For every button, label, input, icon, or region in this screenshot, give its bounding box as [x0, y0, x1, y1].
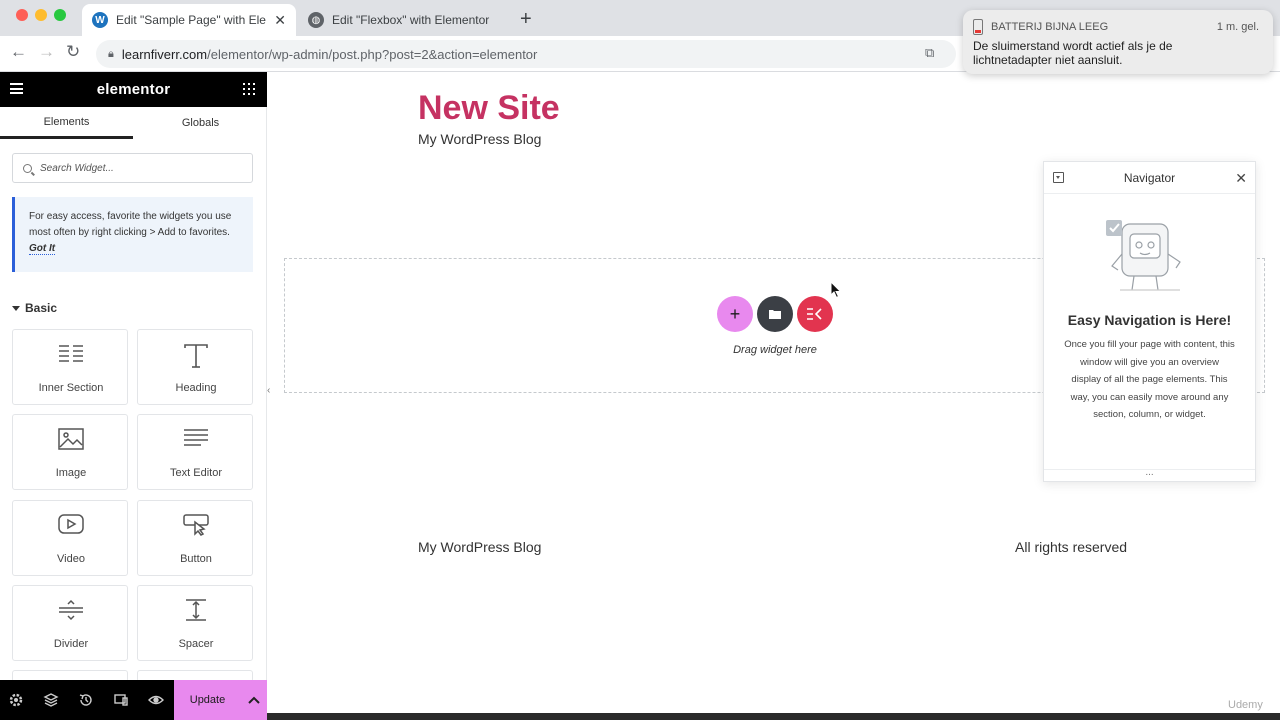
- favorites-tip: For easy access, favorite the widgets yo…: [12, 197, 253, 272]
- url-host: learnfiverr.com: [121, 46, 208, 62]
- notification-time: 1 m. gel.: [1216, 21, 1259, 33]
- widget-label: Video: [57, 553, 85, 565]
- widget-label: Image: [55, 467, 87, 479]
- widget-button[interactable]: Button: [137, 500, 253, 576]
- mouse-cursor-icon: [830, 281, 842, 299]
- preview-eye-icon[interactable]: [148, 692, 164, 708]
- spacer-icon: [138, 599, 254, 625]
- panel-footer: Update: [0, 680, 267, 720]
- close-tab-icon[interactable]: ✕: [274, 12, 286, 29]
- hamburger-menu-icon[interactable]: [10, 83, 23, 94]
- navigator-description: Once you fill your page with content, th…: [1064, 339, 1235, 420]
- add-section-button[interactable]: +: [717, 296, 753, 332]
- search-placeholder: Search Widget...: [40, 162, 114, 174]
- navigator-illustration: [1106, 220, 1181, 291]
- translate-icon[interactable]: ⧉: [925, 45, 934, 61]
- divider-icon: [13, 599, 129, 625]
- globe-icon: ◍: [308, 12, 324, 28]
- envato-kit-icon: [807, 308, 822, 320]
- footer-site-name[interactable]: My WordPress Blog: [418, 539, 541, 555]
- responsive-mode-icon[interactable]: [113, 692, 129, 708]
- elementor-kit-button[interactable]: [797, 296, 833, 332]
- widget-video[interactable]: Video: [12, 500, 128, 576]
- button-icon: [138, 514, 254, 540]
- inner-section-icon: [13, 343, 129, 369]
- search-widget-input[interactable]: Search Widget...: [12, 153, 253, 183]
- forward-icon[interactable]: →: [38, 42, 55, 62]
- battery-low-icon: [973, 19, 983, 35]
- url-path: /elementor/wp-admin/post.php?post=2&acti…: [207, 46, 538, 62]
- close-window-button[interactable]: [16, 9, 28, 21]
- widget-label: Inner Section: [38, 382, 104, 394]
- settings-icon[interactable]: [8, 692, 24, 708]
- widget-label: Divider: [53, 638, 89, 650]
- caret-down-icon: [12, 306, 20, 311]
- tab-elements[interactable]: Elements: [0, 107, 133, 139]
- category-label: Basic: [25, 301, 58, 315]
- widget-spacer[interactable]: Spacer: [137, 585, 253, 661]
- collapse-navigator-icon[interactable]: [1053, 172, 1064, 183]
- widget-label: Heading: [175, 382, 217, 394]
- video-icon: [13, 514, 129, 540]
- got-it-link[interactable]: Got It: [29, 243, 56, 255]
- elementor-panel: elementor Elements Globals Search Widget…: [0, 72, 267, 720]
- site-tagline[interactable]: My WordPress Blog: [418, 131, 541, 147]
- widget-divider[interactable]: Divider: [12, 585, 128, 661]
- history-icon[interactable]: [78, 692, 94, 708]
- widget-label: Button: [180, 553, 212, 565]
- notification-app: BATTERIJ BIJNA LEEG: [991, 21, 1109, 33]
- elementor-logo: elementor: [96, 81, 171, 98]
- widget-heading[interactable]: Heading: [137, 329, 253, 405]
- collapse-panel-icon[interactable]: ‹: [267, 385, 279, 405]
- category-basic[interactable]: Basic: [12, 301, 57, 315]
- layers-icon[interactable]: [43, 692, 59, 708]
- navigator-header[interactable]: Navigator ✕: [1044, 162, 1255, 194]
- image-icon: [13, 428, 129, 454]
- panel-header: elementor: [0, 72, 267, 107]
- reload-icon[interactable]: ↻: [66, 42, 80, 62]
- drag-widget-label: Drag widget here: [733, 344, 817, 356]
- navigator-title: Navigator: [1123, 170, 1176, 185]
- back-icon[interactable]: ←: [10, 42, 27, 62]
- bottom-strip: [267, 713, 1280, 720]
- chevron-up-icon[interactable]: [241, 680, 267, 720]
- tab-globals[interactable]: Globals: [134, 107, 267, 139]
- tip-text: For easy access, favorite the widgets yo…: [29, 211, 232, 238]
- widget-label: Spacer: [178, 638, 214, 650]
- widget-image[interactable]: Image: [12, 414, 128, 490]
- navigator-heading: Easy Navigation is Here!: [1067, 312, 1232, 328]
- minimize-window-button[interactable]: [35, 9, 47, 21]
- maximize-window-button[interactable]: [54, 9, 66, 21]
- address-bar[interactable]: 🔒︎ learnfiverr.com/elementor/wp-admin/po…: [96, 40, 956, 68]
- update-button[interactable]: Update: [174, 680, 241, 720]
- battery-notification[interactable]: BATTERIJ BIJNA LEEG 1 m. gel. De sluimer…: [963, 10, 1273, 74]
- notification-message: De sluimerstand wordt actief als je de l…: [973, 39, 1173, 67]
- lock-icon: 🔒︎: [108, 47, 114, 60]
- heading-icon: [138, 343, 254, 369]
- search-icon: [23, 163, 32, 173]
- widget-text-editor[interactable]: Text Editor: [137, 414, 253, 490]
- wordpress-icon: W: [92, 12, 108, 28]
- footer-copyright[interactable]: All rights reserved: [1015, 539, 1127, 555]
- tab-flexbox[interactable]: ◍ Edit "Flexbox" with Elementor: [298, 4, 512, 36]
- navigator-resize-handle[interactable]: ...: [1044, 468, 1255, 481]
- tab-title: Edit "Sample Page" with Eleme: [116, 13, 267, 27]
- text-editor-icon: [138, 428, 254, 454]
- widget-inner-section[interactable]: Inner Section: [12, 329, 128, 405]
- widgets-grid-icon[interactable]: [243, 83, 255, 95]
- tab-sample-page[interactable]: W Edit "Sample Page" with Eleme ✕: [82, 4, 296, 36]
- new-tab-button[interactable]: +: [520, 8, 532, 31]
- navigator-panel: Navigator ✕ Easy Navigation is Here! Onc…: [1043, 161, 1256, 482]
- site-title[interactable]: New Site: [418, 89, 560, 128]
- udemy-watermark: Udemy: [1228, 699, 1263, 711]
- add-template-button[interactable]: [757, 296, 793, 332]
- tab-title: Edit "Flexbox" with Elementor: [332, 13, 490, 27]
- folder-icon: [769, 310, 781, 319]
- close-icon[interactable]: ✕: [1235, 170, 1247, 187]
- widget-label: Text Editor: [170, 467, 222, 479]
